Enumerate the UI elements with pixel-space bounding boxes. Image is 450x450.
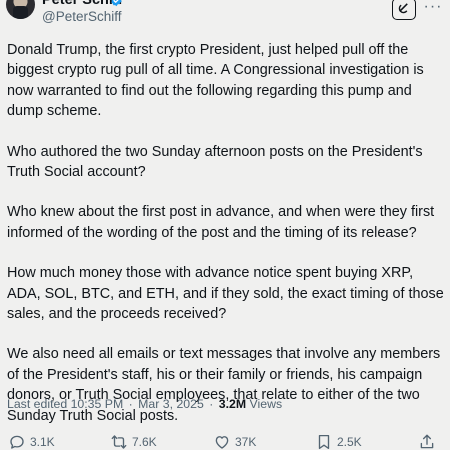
tweet-paragraph: Who authored the two Sunday afternoon po… (7, 143, 423, 181)
repost-button[interactable]: 7.6K (110, 432, 157, 450)
meta-separator: · (209, 397, 214, 411)
tweet-meta: Last edited 10:35 PM · Mar 3, 2025 · 3.2… (7, 397, 282, 411)
tweet-card: Peter Schiff @PeterSchiff ··· Donald Tru… (0, 0, 450, 450)
grok-icon (398, 3, 408, 14)
like-button[interactable]: 37K (213, 432, 256, 450)
bookmark-count: 2.5K (337, 435, 362, 449)
reply-icon (10, 435, 24, 449)
like-count: 37K (235, 435, 257, 449)
reply-button[interactable]: 3.1K (8, 432, 55, 450)
meta-separator: · (128, 397, 133, 411)
share-icon (420, 434, 434, 449)
grok-button[interactable] (392, 0, 416, 20)
heart-icon (215, 436, 229, 449)
avatar[interactable] (6, 0, 35, 19)
views-count: 3.2M (218, 397, 247, 411)
share-button[interactable] (418, 432, 436, 450)
tweet-text: Donald Trump, the first crypto President… (7, 40, 445, 446)
tweet-paragraph: Donald Trump, the first crypto President… (7, 42, 424, 120)
reply-count: 3.1K (30, 435, 55, 449)
more-options-button[interactable]: ··· (423, 0, 443, 18)
post-date-link[interactable]: Mar 3, 2025 (138, 397, 204, 411)
tweet-paragraph: Who knew about the first post in advance… (7, 204, 435, 241)
edited-timestamp-link[interactable]: Last edited 10:35 PM (7, 397, 123, 411)
bookmark-button[interactable]: 2.5K (315, 432, 362, 450)
views-label: Views (249, 397, 283, 411)
tweet-actions: 3.1K 7.6K 37K 2.5K (0, 432, 450, 450)
tweet-paragraph: We also need all emails or text messages… (7, 346, 441, 424)
more-icon: ··· (423, 0, 443, 15)
verified-badge-icon (111, 0, 122, 7)
repost-count: 7.6K (132, 435, 157, 449)
tweet-paragraph: How much money those with advance notice… (7, 265, 444, 323)
tweet-header: Peter Schiff @PeterSchiff ··· (0, 0, 450, 26)
repost-icon (111, 435, 127, 449)
author-handle[interactable]: @PeterSchiff (42, 9, 122, 24)
bookmark-icon (318, 434, 330, 450)
